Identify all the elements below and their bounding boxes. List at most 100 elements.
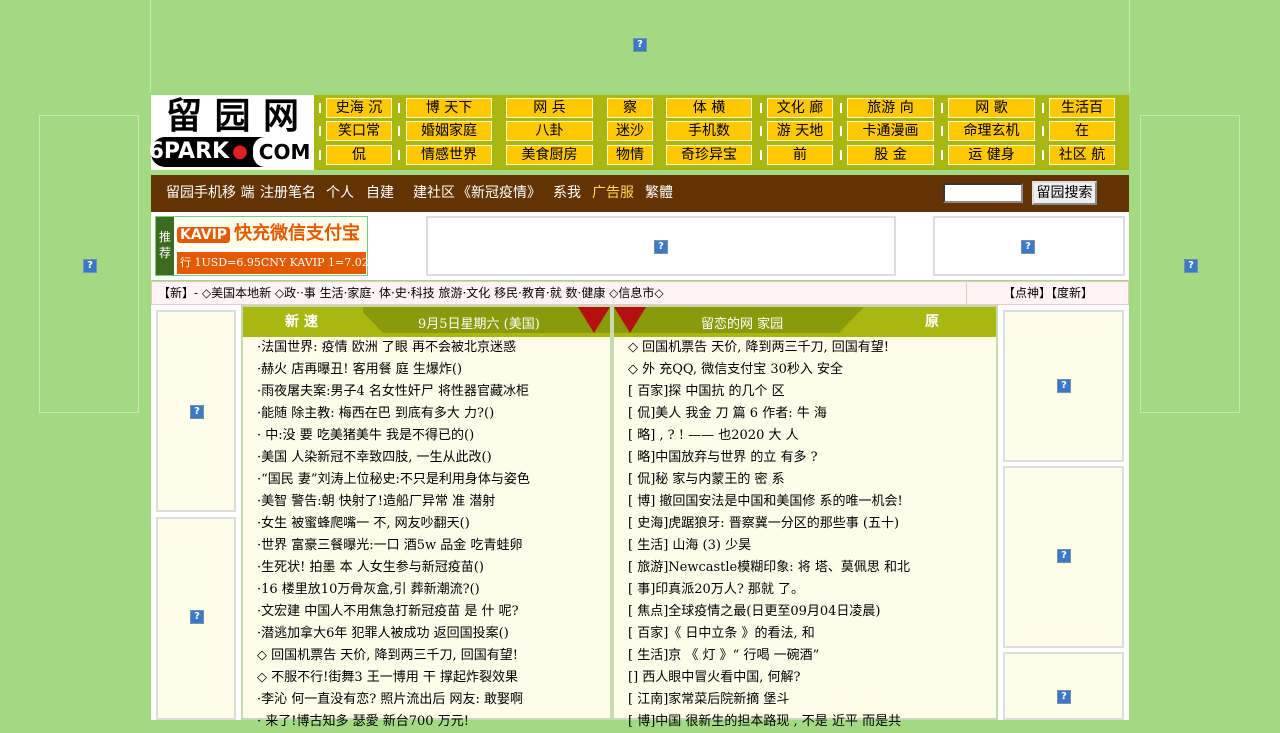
news-link[interactable]: · 中:没 要 吃美猪美牛 我是不得已的() — [243, 425, 610, 447]
menu-traditional-link[interactable]: 繁體 — [645, 175, 673, 212]
news-link[interactable]: ·“国民 妻”刘涛上位秘史:不只是利用身体与姿色 — [243, 469, 610, 491]
nav-link[interactable]: 物情 — [607, 145, 653, 165]
original-link[interactable]: [ 旅游]Newcastle模糊印象: 将 塔、莫佩思 和北 — [614, 557, 996, 579]
nav-link[interactable]: 股 金 — [847, 145, 934, 165]
left-ad-slot[interactable]: ? — [156, 310, 236, 512]
news-link[interactable]: ·文宏建 中国人不用焦急打新冠疫苗 是 什 呢? — [243, 601, 610, 623]
right-banner-ad[interactable]: ? — [933, 216, 1125, 276]
nav-link[interactable]: 前 — [767, 145, 833, 165]
original-link[interactable]: [ 史海]虎踞狼牙: 晋察冀一分区的那些事 (五十) — [614, 513, 996, 535]
original-link[interactable]: ◇ 回国机票告 天价, 降到两三千刀, 回国有望! — [614, 337, 996, 359]
nav-link[interactable]: 命理玄机 — [948, 121, 1035, 141]
original-link[interactable]: [ 百家]探 中国抗 的几个 区 — [614, 381, 996, 403]
nav-link[interactable]: 文化 廊 — [767, 98, 833, 118]
news-link[interactable]: ·潜逃加拿大6年 犯罪人被成功 返回国投案() — [243, 623, 610, 645]
news-link[interactable]: ·能随 除主教: 梅西在巴 到底有多大 力?() — [243, 403, 610, 425]
news-link[interactable]: · 来了!博古知多 瑟愛 新台700 万元! — [243, 711, 610, 733]
original-link[interactable]: ◇ 外 充QQ, 微信支付宝 30秒入 安全 — [614, 359, 996, 381]
kavip-tag: KAVIP — [177, 227, 231, 243]
right-ad-slot[interactable]: ? — [1003, 466, 1124, 648]
nav-link[interactable]: 奇珍异宝 — [666, 145, 752, 165]
original-link[interactable]: [ 生活]京 《 灯 》“ 行喝 一碗酒” — [614, 645, 996, 667]
nav-link[interactable]: 手机数 — [666, 121, 752, 141]
nav-link[interactable]: 旅游 向 — [847, 98, 934, 118]
news-link[interactable]: ·世界 富豪三餐曝光:一口 酒5w 品金 吃青蛙卵 — [243, 535, 610, 557]
site-logo[interactable]: 留 园 网 6PARK ● COM — [149, 95, 317, 170]
news-link[interactable]: ·法国世界: 疫情 欧洲 了眼 再不会被北京迷惑 — [243, 337, 610, 359]
original-link[interactable]: [ 略]中国放弃与世界 的立 有多 ? — [614, 447, 996, 469]
original-link[interactable]: [ 略] , ? ! —— 也2020 大 人 — [614, 425, 996, 447]
left-ad-slot[interactable]: ? — [156, 517, 236, 720]
news-link[interactable]: ◇ 不服不行!街舞3 王一博用 干 撑起炸裂效果 — [243, 667, 610, 689]
fast-news-list: ·法国世界: 疫情 欧洲 了眼 再不会被北京迷惑 ·赫火 店再曝丑! 客用餐 庭… — [243, 337, 610, 733]
nav-link[interactable]: 笑口常 — [326, 121, 392, 141]
nav-link[interactable]: 情感世界 — [406, 145, 492, 165]
original-title: 原 — [925, 314, 939, 330]
ticker-links[interactable]: 【新】- ◇美国本地新 ◇政··事 生活·家庭· 体·史·科技 旅游·文化 移民… — [158, 282, 664, 304]
nav-separator — [760, 126, 762, 136]
nav-link[interactable]: 网 兵 — [506, 98, 593, 118]
nav-link[interactable]: 社区 航 — [1049, 145, 1115, 165]
news-link[interactable]: ·美智 警告:朝 快射了!造船厂异常 准 潜射 — [243, 491, 610, 513]
nav-separator — [941, 126, 943, 136]
search-input[interactable] — [943, 183, 1023, 203]
search-button[interactable]: 留园搜索 — [1032, 181, 1097, 205]
news-link[interactable]: ·美国 人染新冠不幸致四肢, 一生从此改() — [243, 447, 610, 469]
kavip-banner: KAVIP 快充微信支付宝 — [177, 219, 366, 248]
nav-link[interactable]: 八卦 — [506, 121, 593, 141]
broken-image-icon: ? — [190, 405, 204, 419]
nav-link[interactable]: 婚姻家庭 — [406, 121, 492, 141]
menu-contact-link[interactable]: 系我 — [553, 175, 581, 212]
menu-build-link[interactable]: 自建 — [366, 175, 394, 212]
nav-link[interactable]: 察 — [607, 98, 653, 118]
top-banner-ad[interactable]: ? — [150, 0, 1130, 92]
original-link[interactable]: [ 博]中国 很新生的担本路现 , 不是 近平 而是共 — [614, 711, 996, 733]
menu-mobile-link[interactable]: 留园手机移 端 — [166, 175, 254, 212]
nav-link[interactable]: 侃 — [326, 145, 392, 165]
news-link[interactable]: ·雨夜屠夫案:男子4 名女性奸尸 将性器官藏冰柜 — [243, 381, 610, 403]
original-link[interactable]: [ 事]印真派20万人? 那就 了。 — [614, 579, 996, 601]
original-link[interactable]: [ 生活] 山海 (3) 少昊 — [614, 535, 996, 557]
news-link[interactable]: ·女生 被蜜蜂爬嘴一 不, 网友吵翻天() — [243, 513, 610, 535]
original-column: 留恋的网 家园 原 ◇ 回国机票告 天价, 降到两三千刀, 回国有望! ◇ 外 … — [612, 305, 998, 729]
middle-banner-ad[interactable]: ? — [426, 216, 896, 276]
left-side-ad[interactable]: ? — [39, 115, 139, 413]
nav-link[interactable]: 美食厨房 — [506, 145, 593, 165]
menu-ads-link[interactable]: 广告服 — [592, 175, 634, 212]
original-link[interactable]: [ 博] 撤回国安法是中国和美国修 系的唯一机会! — [614, 491, 996, 513]
news-link[interactable]: ·16 楼里放10万骨灰盒,引 葬新潮流?() — [243, 579, 610, 601]
menu-covid-link[interactable]: 《新冠疫情》 — [457, 175, 541, 212]
original-link[interactable]: [ 侃]秘 家与内蒙王的 密 系 — [614, 469, 996, 491]
nav-link[interactable]: 体 横 — [666, 98, 752, 118]
nav-link[interactable]: 迷沙 — [607, 121, 653, 141]
nav-link[interactable]: 博 天下 — [406, 98, 492, 118]
logo-chinese-text: 留 园 网 — [165, 95, 300, 137]
original-link[interactable]: [ 百家]《 日中立条 》的看法, 和 — [614, 623, 996, 645]
kavip-text: 快充微信支付宝 — [234, 223, 361, 244]
top-menu-bar: 留园手机移 端 注册笔名 个人 自建 建社区 《新冠疫情》 系我 广告服 繁體 … — [151, 175, 1129, 212]
ticker-right-links[interactable]: 【点神】【度新】 — [966, 282, 1129, 304]
nav-link[interactable]: 运 健身 — [948, 145, 1035, 165]
nav-link[interactable]: 网 歌 — [948, 98, 1035, 118]
nav-link[interactable]: 史海 沉 — [326, 98, 392, 118]
original-link[interactable]: [ 侃]美人 我金 刀 篇 6 作者: 牛 海 — [614, 403, 996, 425]
news-link[interactable]: ·李沁 何一直没有恋? 照片流出后 网友: 敢娶啊 — [243, 689, 610, 711]
nav-link[interactable]: 在 — [1049, 121, 1115, 141]
nav-link[interactable]: 卡通漫画 — [847, 121, 934, 141]
original-link[interactable]: [] 西人眼中冒火看中国, 何解? — [614, 667, 996, 689]
nav-link[interactable]: 生活百 — [1049, 98, 1115, 118]
original-link[interactable]: [ 江南]家常菜后院新摘 堡斗 — [614, 689, 996, 711]
news-link[interactable]: ·赫火 店再曝丑! 客用餐 庭 生爆炸() — [243, 359, 610, 381]
nav-link[interactable]: 游 天地 — [767, 121, 833, 141]
menu-personal-link[interactable]: 个人 — [326, 175, 354, 212]
news-link[interactable]: ◇ 回国机票告 天价, 降到两三千刀, 回国有望! — [243, 645, 610, 667]
right-side-ad[interactable]: ? — [1140, 115, 1240, 413]
news-link[interactable]: ·生死状! 拍墨 本 人女生参与新冠疫苗() — [243, 557, 610, 579]
kavip-promo[interactable]: 推 荐 KAVIP 快充微信支付宝 行 1USD=6.95CNY KAVIP 1=… — [155, 216, 369, 276]
original-link[interactable]: [ 焦点]全球疫情之最(日更至09月04日凌晨) — [614, 601, 996, 623]
right-ad-slot[interactable]: ? — [1003, 310, 1124, 462]
menu-register-link[interactable]: 注册笔名 — [260, 175, 316, 212]
menu-community-link[interactable]: 建社区 — [413, 175, 455, 212]
recommend-label: 推 荐 — [156, 217, 174, 275]
right-ad-slot[interactable]: ? — [1003, 652, 1124, 720]
